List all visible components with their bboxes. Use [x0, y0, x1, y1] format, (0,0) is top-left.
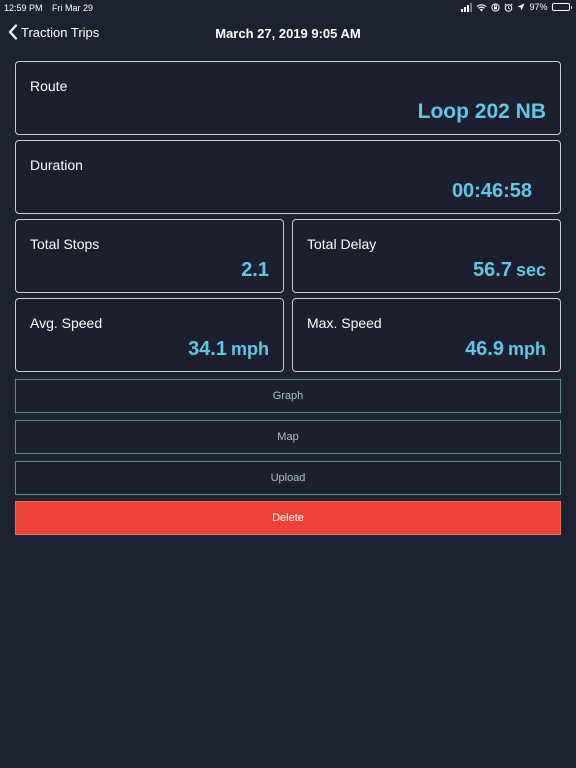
total-delay-card: Total Delay 56.7 sec: [292, 219, 561, 293]
battery-icon: [551, 3, 572, 11]
wifi-icon: [477, 3, 487, 11]
total-delay-value: 56.7 sec: [473, 259, 546, 282]
location-arrow-icon: [517, 3, 525, 11]
status-right: 97%: [461, 2, 572, 12]
route-label: Route: [30, 78, 68, 94]
max-speed-value: 46.9 mph: [465, 338, 546, 361]
avg-speed-card: Avg. Speed 34.1 mph: [15, 298, 284, 372]
map-button[interactable]: Map: [15, 420, 561, 454]
alarm-icon: [504, 2, 514, 12]
route-card: Route Loop 202 NB: [15, 61, 561, 135]
avg-speed-value: 34.1 mph: [188, 338, 269, 361]
upload-button[interactable]: Upload: [15, 461, 561, 495]
delete-button[interactable]: Delete: [15, 501, 561, 535]
page-title: March 27, 2019 9:05 AM: [215, 26, 361, 41]
route-value: Loop 202 NB: [417, 100, 546, 123]
total-stops-label: Total Stops: [30, 236, 100, 252]
duration-label: Duration: [30, 157, 83, 173]
status-date: Fri Mar 29: [52, 3, 94, 13]
status-bar: 12:59 PM Fri Mar 29 97%: [0, 0, 576, 16]
duration-card: Duration 00:46:58: [15, 140, 561, 214]
avg-speed-number: 34.1: [188, 338, 227, 360]
status-time: 12:59 PM: [4, 3, 43, 13]
rotation-lock-icon: [491, 2, 501, 12]
signal-icon: [461, 2, 473, 12]
max-speed-unit: mph: [508, 339, 546, 359]
max-speed-number: 46.9: [465, 338, 504, 360]
avg-speed-unit: mph: [231, 339, 269, 359]
total-stops-card: Total Stops 2.1: [15, 219, 284, 293]
total-delay-number: 56.7: [473, 259, 512, 281]
total-delay-label: Total Delay: [307, 236, 377, 252]
max-speed-label: Max. Speed: [307, 315, 382, 331]
graph-button[interactable]: Graph: [15, 379, 561, 413]
navigation-bar: Traction Trips March 27, 2019 9:05 AM: [0, 16, 576, 52]
avg-speed-label: Avg. Speed: [30, 315, 103, 331]
total-delay-unit: sec: [515, 260, 546, 280]
max-speed-card: Max. Speed 46.9 mph: [292, 298, 561, 372]
duration-value: 00:46:58: [451, 180, 532, 202]
total-stops-value: 2.1: [241, 259, 269, 281]
battery-percent: 97%: [529, 2, 548, 12]
status-left: 12:59 PM Fri Mar 29: [4, 3, 93, 13]
